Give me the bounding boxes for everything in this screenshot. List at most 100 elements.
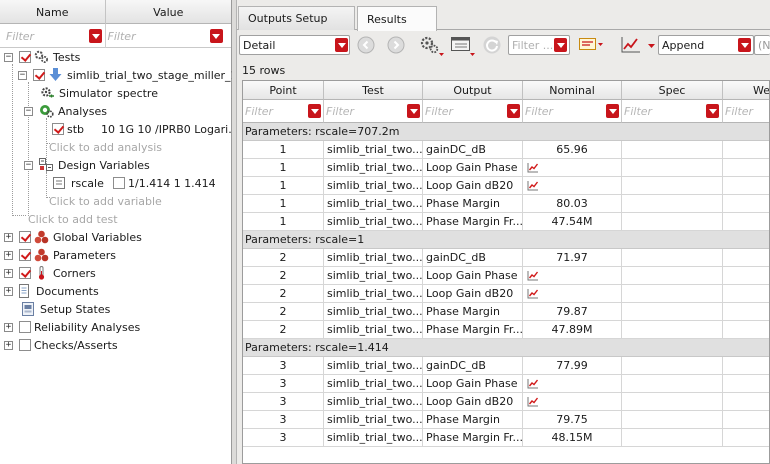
forward-icon[interactable] <box>386 35 406 55</box>
collapse-icon[interactable]: − <box>24 160 33 170</box>
table-view-icon[interactable] <box>450 35 478 56</box>
add-variable-link[interactable]: Click to add variable <box>49 192 162 210</box>
table-row[interactable]: 3 simlib_trial_two... Phase Margin 79.75 <box>243 411 769 429</box>
table-row[interactable]: 1 simlib_trial_two... Loop Gain Phase <box>243 159 769 177</box>
group-header-row[interactable]: Parameters: rscale=1 <box>243 231 769 249</box>
cell-nominal[interactable] <box>523 393 622 411</box>
tree-item-design-variables[interactable]: − Design Variables <box>24 156 150 174</box>
spec-filter-dropdown-icon[interactable] <box>706 104 719 118</box>
waveform-plot-icon[interactable] <box>527 396 539 407</box>
name-column-header[interactable]: Name <box>0 0 106 24</box>
tree-item-checks-asserts[interactable]: + Checks/Asserts <box>4 336 118 354</box>
plot-mode-select[interactable]: Append <box>658 35 754 55</box>
table-row[interactable]: 3 simlib_trial_two... gainDC_dB 77.99 <box>243 357 769 375</box>
checks-checkbox[interactable] <box>19 339 31 351</box>
tests-checkbox[interactable] <box>19 51 31 63</box>
analysis-checkbox[interactable] <box>52 123 64 135</box>
waveform-plot-icon[interactable] <box>527 378 539 389</box>
group-header-row[interactable]: Parameters: rscale=1.414 <box>243 339 769 357</box>
test-filter[interactable]: Filter <box>324 100 423 123</box>
value-filter[interactable]: Filter <box>106 24 231 48</box>
weight-filter[interactable]: Filter <box>723 100 769 123</box>
tab-results[interactable]: Results <box>357 6 437 31</box>
column-header-test[interactable]: Test <box>324 81 423 100</box>
expand-icon[interactable]: + <box>4 286 13 296</box>
view-select[interactable]: Detail <box>239 35 350 55</box>
cell-nominal[interactable] <box>523 375 622 393</box>
tab-outputs-setup[interactable]: Outputs Setup <box>238 6 355 30</box>
waveform-plot-icon[interactable] <box>527 162 539 173</box>
tree-item-analyses[interactable]: − Analyses <box>24 102 107 120</box>
test-checkbox[interactable] <box>33 69 45 81</box>
add-analysis-link[interactable]: Click to add analysis <box>49 138 162 156</box>
collapse-icon[interactable]: − <box>4 52 13 62</box>
table-row[interactable]: 2 simlib_trial_two... Phase Margin Fr... 47… <box>243 321 769 339</box>
waveform-plot-icon[interactable] <box>527 288 539 299</box>
tree-item-variable-rscale[interactable]: rscale 1/1.414 1 1.414 <box>52 174 216 192</box>
value-column-header[interactable]: Value <box>106 0 231 24</box>
reliability-checkbox[interactable] <box>19 321 31 333</box>
settings-gear-icon[interactable] <box>419 35 447 56</box>
tree-item-reliability-analyses[interactable]: + Reliability Analyses <box>4 318 140 336</box>
results-filter-dropdown-icon[interactable] <box>554 38 567 52</box>
column-header-point[interactable]: Point <box>243 81 324 100</box>
expand-icon[interactable]: + <box>4 232 13 242</box>
cell-nominal[interactable] <box>523 177 622 195</box>
column-header-weight[interactable]: We <box>723 81 769 100</box>
column-header-output[interactable]: Output <box>423 81 523 100</box>
plot-icon[interactable] <box>620 35 656 55</box>
cell-nominal[interactable] <box>523 159 622 177</box>
name-filter-dropdown-icon[interactable] <box>89 29 102 43</box>
results-filter-input[interactable]: Filter ... <box>508 35 570 55</box>
tree-item-test[interactable]: − simlib_trial_two_stage_miller_1 <box>18 66 238 84</box>
tree-item-corners[interactable]: + Corners <box>4 264 96 282</box>
add-test-link[interactable]: Click to add test <box>28 210 118 228</box>
name-filter[interactable]: Filter <box>0 24 106 48</box>
group-header-row[interactable]: Parameters: rscale=707.2m <box>243 123 769 141</box>
table-row[interactable]: 2 simlib_trial_two... Loop Gain dB20 <box>243 285 769 303</box>
collapse-icon[interactable]: − <box>24 106 33 116</box>
output-filter[interactable]: Filter <box>423 100 523 123</box>
point-filter[interactable]: Filter <box>243 100 324 123</box>
point-filter-dropdown-icon[interactable] <box>308 104 321 118</box>
table-row[interactable]: 1 simlib_trial_two... gainDC_dB 65.96 <box>243 141 769 159</box>
nominal-filter[interactable]: Filter <box>523 100 622 123</box>
back-icon[interactable] <box>356 35 376 55</box>
variable-value[interactable]: 1/1.414 1 1.414 <box>128 177 216 190</box>
tree-item-setup-states[interactable]: Setup States <box>21 300 110 318</box>
tree-item-simulator[interactable]: Simulator spectre <box>40 84 158 102</box>
table-row[interactable]: 1 simlib_trial_two... Loop Gain dB20 <box>243 177 769 195</box>
table-row[interactable]: 2 simlib_trial_two... gainDC_dB 71.97 <box>243 249 769 267</box>
global-variables-checkbox[interactable] <box>19 231 31 243</box>
expand-icon[interactable]: + <box>4 250 13 260</box>
plot-mode-dropdown-icon[interactable] <box>738 38 751 52</box>
table-row[interactable]: 3 simlib_trial_two... Phase Margin Fr... 48… <box>243 429 769 447</box>
tree-item-tests[interactable]: − Tests <box>4 48 80 66</box>
tree-item-analysis-stb[interactable]: stb 10 1G 10 /IPRB0 Logari... <box>52 120 247 138</box>
variable-checkbox[interactable] <box>113 177 125 189</box>
tree-item-parameters[interactable]: + Parameters <box>4 246 116 264</box>
column-header-nominal[interactable]: Nominal <box>523 81 622 100</box>
waveform-plot-icon[interactable] <box>527 270 539 281</box>
output-filter-dropdown-icon[interactable] <box>507 104 520 118</box>
collapse-icon[interactable]: − <box>18 70 27 80</box>
test-filter-dropdown-icon[interactable] <box>407 104 420 118</box>
table-row[interactable]: 2 simlib_trial_two... Phase Margin 79.87 <box>243 303 769 321</box>
corners-checkbox[interactable] <box>19 267 31 279</box>
view-select-dropdown-icon[interactable] <box>335 38 348 52</box>
table-row[interactable]: 3 simlib_trial_two... Loop Gain dB20 <box>243 393 769 411</box>
tree-item-documents[interactable]: + Documents <box>4 282 99 300</box>
expand-icon[interactable]: + <box>4 322 13 332</box>
table-row[interactable]: 1 simlib_trial_two... Phase Margin Fr... 47… <box>243 213 769 231</box>
table-row[interactable]: 1 simlib_trial_two... Phase Margin 80.03 <box>243 195 769 213</box>
tree-item-global-variables[interactable]: + Global Variables <box>4 228 142 246</box>
cell-nominal[interactable] <box>523 285 622 303</box>
cell-nominal[interactable] <box>523 267 622 285</box>
column-header-spec[interactable]: Spec <box>622 81 723 100</box>
spec-filter[interactable]: Filter <box>622 100 723 123</box>
overflow-select[interactable]: (No <box>754 35 770 55</box>
nominal-filter-dropdown-icon[interactable] <box>606 104 619 118</box>
value-filter-dropdown-icon[interactable] <box>209 29 223 43</box>
refresh-icon[interactable] <box>482 35 502 55</box>
expand-icon[interactable]: + <box>4 340 13 350</box>
